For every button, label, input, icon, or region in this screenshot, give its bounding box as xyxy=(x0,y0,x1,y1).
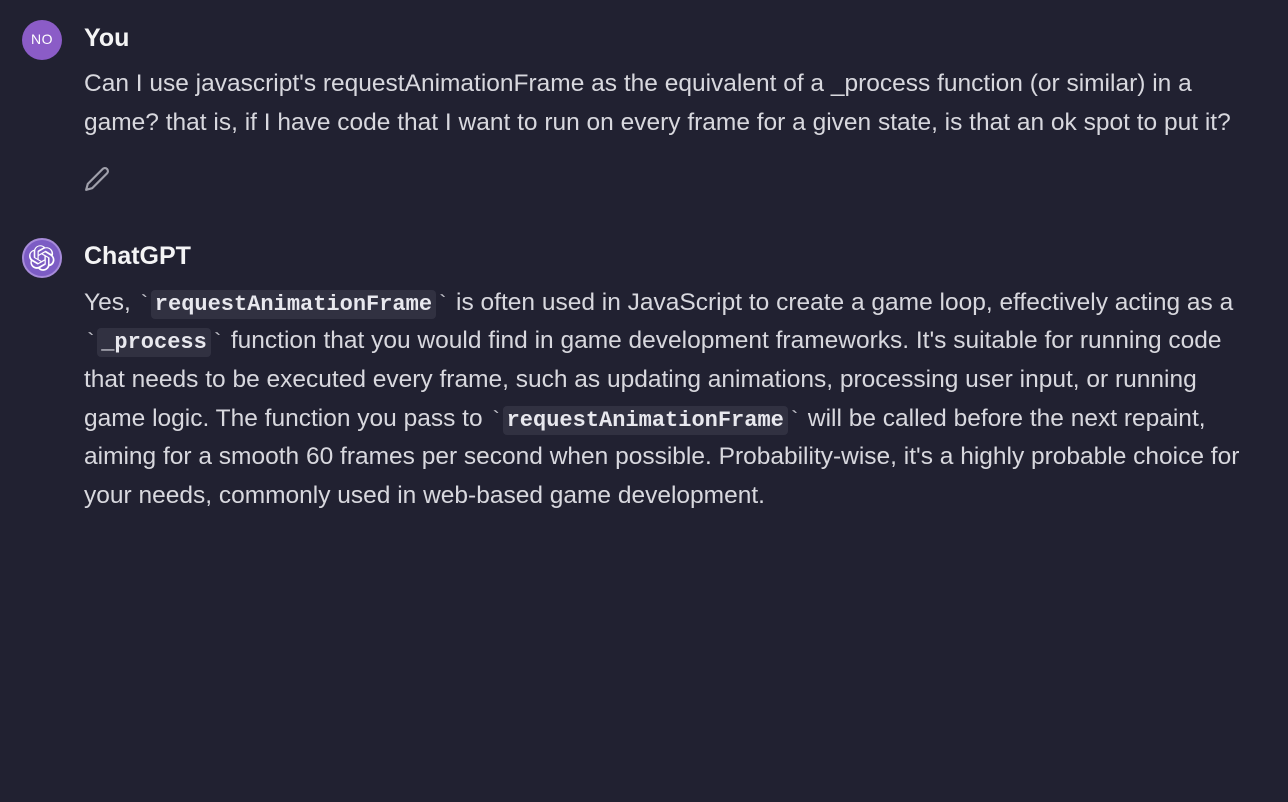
message-actions xyxy=(84,165,1264,205)
openai-logo-icon xyxy=(29,245,55,271)
text-segment: is often used in JavaScript to create a … xyxy=(449,289,1233,316)
user-message-content: You Can I use javascript's requestAnimat… xyxy=(84,18,1264,204)
backtick: ` xyxy=(788,408,801,433)
inline-code: requestAnimationFrame xyxy=(151,290,436,319)
backtick: ` xyxy=(211,330,224,355)
inline-code: _process xyxy=(97,328,211,357)
backtick: ` xyxy=(84,330,97,355)
user-avatar: NO xyxy=(22,20,62,60)
user-author-label: You xyxy=(84,18,1264,59)
assistant-message-content: ChatGPT Yes, `requestAnimationFrame` is … xyxy=(84,236,1264,516)
backtick: ` xyxy=(489,408,502,433)
edit-icon[interactable] xyxy=(84,165,110,191)
backtick: ` xyxy=(138,292,151,317)
assistant-message-text: Yes, `requestAnimationFrame` is often us… xyxy=(84,284,1264,516)
text-segment: Yes, xyxy=(84,289,138,316)
backtick: ` xyxy=(436,292,449,317)
assistant-message: ChatGPT Yes, `requestAnimationFrame` is … xyxy=(22,236,1266,516)
user-message: NO You Can I use javascript's requestAni… xyxy=(22,18,1266,204)
inline-code: requestAnimationFrame xyxy=(503,406,788,435)
user-message-text: Can I use javascript's requestAnimationF… xyxy=(84,65,1264,142)
avatar-initials: NO xyxy=(31,28,53,51)
assistant-author-label: ChatGPT xyxy=(84,236,1264,277)
assistant-avatar xyxy=(22,238,62,278)
